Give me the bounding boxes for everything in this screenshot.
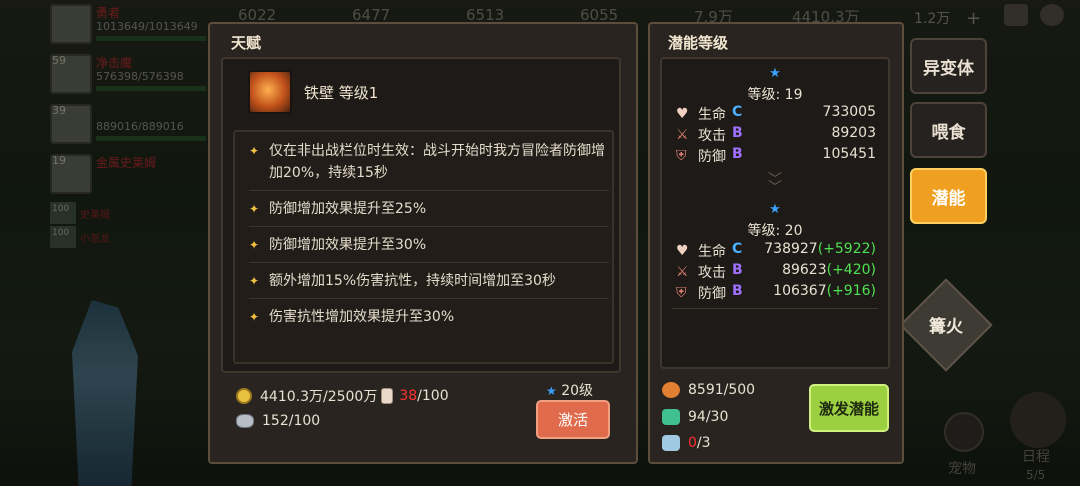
star-icon: ✦ [249,310,260,324]
stat-label: 防御 [698,149,726,165]
coin-icon [236,388,252,404]
divider [672,308,878,309]
stone-icon [236,414,254,428]
bottle-icon [381,388,394,404]
gem-icon [662,409,680,425]
stat-number: 89623 [782,262,827,278]
divider [249,190,609,191]
ticket-current: 0 [688,435,697,451]
ticket-icon [662,435,680,451]
talent-panel-title: 天赋 [231,34,262,52]
talent-description-list: ✦ 仅在非出战栏位时生效：战斗开始时我方冒险者防御增加20%，持续15秒 ✦ 防御增… [233,130,614,364]
iron-wall-icon [248,70,292,114]
talent-effect-1: ✦ 仅在非出战栏位时生效：战斗开始时我方冒险者防御增加20%，持续15秒 [249,140,609,184]
stat-value: 738927(+5922) [764,241,876,257]
shield-icon: ⛨ [676,285,687,301]
current-hp-row: ♥ 生命 C 733005 [672,104,878,124]
star-icon: ★ [769,66,781,81]
stone-cost-row: 152/100 [236,413,320,429]
stat-grade: B [732,146,743,162]
stone-cost: 152/100 [262,413,321,429]
stat-grade: B [732,283,743,299]
sword-icon: ⚔ [676,264,689,280]
talent-effect-text: 防御增加效果提升至30% [269,237,427,253]
star-icon: ★ [769,202,781,217]
talent-effect-4: ✦ 额外增加15%伤害抗性，持续时间增加至30秒 [249,270,609,292]
ticket-total: /3 [696,435,711,451]
inspire-potential-button[interactable]: 激发潜能 [809,384,889,432]
heart-icon: ♥ [676,243,689,259]
feed-button[interactable]: 喂食 [910,102,987,158]
ticket-resource: 0/3 [662,435,711,451]
current-level: 等级: 19 [747,87,803,103]
stat-label: 生命 [698,107,726,123]
stat-value: 733005 [822,104,876,120]
campfire-label: 篝火 [929,317,963,337]
stat-label: 攻击 [698,128,726,144]
gem-resource: 94/30 [662,409,728,425]
stat-label: 防御 [698,286,726,302]
star-icon: ✦ [249,144,260,158]
talent-cost-row: 4410.3万/2500万 38 /100 [236,386,449,406]
heart-icon: ♥ [676,106,689,122]
activate-button[interactable]: 激活 [536,400,610,439]
coin-cost: 4410.3万/2500万 [260,389,378,405]
stat-value: 106367(+916) [773,283,876,299]
star-icon: ✦ [249,202,260,216]
next-hp-row: ♥ 生命 C 738927(+5922) [672,241,878,261]
current-attack-row: ⚔ 攻击 B 89203 [672,125,878,145]
shield-icon: ⛨ [676,148,687,164]
stat-increase: (+916) [826,283,876,299]
stat-increase: (+420) [826,262,876,278]
mutation-button[interactable]: 异变体 [910,38,987,94]
stat-value: 105451 [822,146,876,162]
star-icon: ★ [546,384,557,398]
potential-button[interactable]: 潜能 [910,168,987,224]
divider [249,226,609,227]
talent-effect-5: ✦ 伤害抗性增加效果提升至30% [249,306,609,328]
stat-number: 738927 [764,241,818,257]
talent-effect-text: 防御增加效果提升至25% [269,201,427,217]
stat-label: 生命 [698,244,726,260]
stat-grade: C [732,241,743,257]
potential-panel-title: 潜能等级 [668,34,729,52]
potion-count: 8591/500 [688,382,756,398]
next-attack-row: ⚔ 攻击 B 89623(+420) [672,262,878,282]
current-defense-row: ⛨ 防御 B 105451 [672,146,878,166]
talent-effect-text: 仅在非出战栏位时生效：战斗开始时我方冒险者防御增加20%，持续15秒 [269,143,605,181]
talent-effect-text: 额外增加15%伤害抗性，持续时间增加至30秒 [269,273,556,289]
divider [249,262,609,263]
talent-effect-text: 伤害抗性增加效果提升至30% [269,309,455,325]
bottle-current: 38 [399,388,418,404]
stat-grade: C [732,104,743,120]
sword-icon: ⚔ [676,127,689,143]
stat-label: 攻击 [698,265,726,281]
stat-increase: (+5922) [817,241,876,257]
bottle-total: /100 [417,388,449,404]
star-icon: ✦ [249,238,260,252]
talent-name: 铁壁 等级1 [304,84,379,102]
stat-grade: B [732,125,743,141]
potion-resource: 8591/500 [662,382,755,398]
talent-effect-2: ✦ 防御增加效果提升至25% [249,198,609,220]
stat-number: 106367 [773,283,827,299]
star-icon: ✦ [249,274,260,288]
required-level-text: 20级 [561,383,594,399]
potion-icon [662,382,680,398]
stat-grade: B [732,262,743,278]
stat-value: 89623(+420) [782,262,876,278]
gem-count: 94/30 [688,409,729,425]
required-level: ★ 20级 [546,380,593,400]
talent-effect-3: ✦ 防御增加效果提升至30% [249,234,609,256]
next-level: 等级: 20 [747,223,803,239]
stat-value: 89203 [831,125,876,141]
chevron-down-icon: ﹀ ﹀ [768,172,782,196]
divider [249,298,609,299]
next-defense-row: ⛨ 防御 B 106367(+916) [672,283,878,303]
